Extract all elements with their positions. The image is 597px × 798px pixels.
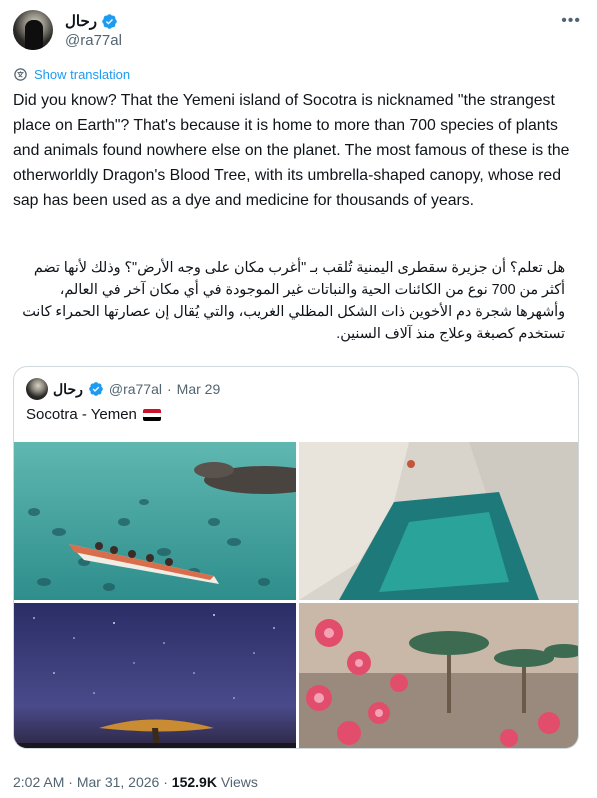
author-handle[interactable]: @ra77al — [65, 32, 122, 49]
tweet-time[interactable]: 2:02 AM — [13, 774, 64, 790]
tweet-date[interactable]: Mar 31, 2026 — [77, 774, 160, 790]
quoted-author-avatar — [26, 378, 48, 400]
quoted-text-row: Socotra - Yemen — [26, 406, 161, 423]
tweet-footer: 2:02 AM · Mar 31, 2026 · 152.9K Views — [13, 774, 258, 790]
verified-badge-icon — [102, 13, 117, 29]
author-avatar[interactable] — [13, 10, 53, 50]
author-name-row[interactable]: رحال — [65, 12, 118, 30]
quoted-tweet-header: رحال @ra77al · Mar 29 — [26, 378, 220, 400]
verified-badge-icon — [89, 382, 103, 396]
more-horizontal-icon[interactable]: ••• — [561, 12, 581, 30]
globe-translate-icon — [14, 68, 27, 81]
show-translation-link[interactable]: Show translation — [13, 67, 130, 82]
show-translation-label[interactable]: Show translation — [34, 67, 130, 82]
views-count[interactable]: 152.9K — [172, 774, 217, 790]
views-label: Views — [220, 774, 258, 790]
tweet-text-arabic: هل تعلم؟ أن جزيرة سقطرى اليمنية تُلقب بـ… — [22, 260, 565, 342]
footer-separator-1: · — [68, 774, 73, 790]
yemen-flag-icon — [142, 408, 161, 421]
quoted-date: Mar 29 — [176, 381, 221, 397]
quoted-author-handle: @ra77al — [108, 381, 162, 397]
photo-night-sky-tree[interactable] — [14, 603, 296, 748]
quoted-text: Socotra - Yemen — [26, 406, 137, 423]
quoted-separator: · — [167, 381, 172, 397]
photo-boat-lagoon[interactable] — [14, 442, 296, 600]
footer-separator-2: · — [163, 774, 168, 790]
photo-canyon-pool[interactable] — [299, 442, 578, 600]
quoted-author-name: رحال — [53, 380, 83, 397]
media-grid — [14, 442, 578, 748]
photo-dragon-blood-trees-flowers[interactable] — [299, 603, 578, 748]
tweet-text-english: Did you know? That the Yemeni island of … — [13, 92, 570, 209]
author-display-name[interactable]: رحال — [65, 12, 97, 30]
quoted-tweet[interactable]: رحال @ra77al · Mar 29 Socotra - Yemen — [13, 366, 579, 749]
tweet-header: رحال @ra77al ••• — [13, 10, 587, 56]
